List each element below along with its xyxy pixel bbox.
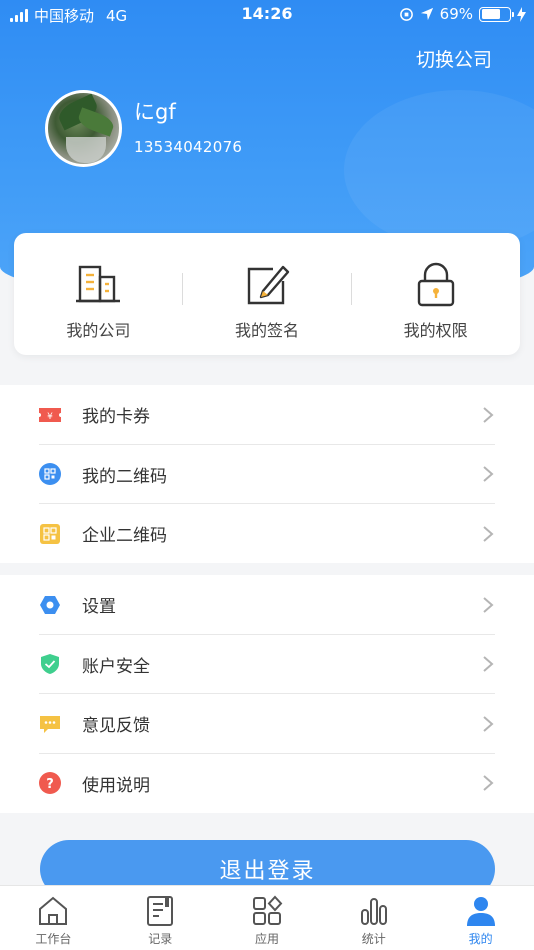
tab-label: 我的 [468,932,493,946]
signature-pen-icon [247,265,290,305]
tab-label: 工作台 [35,932,72,946]
tab-statistics[interactable]: 统计 [320,886,427,950]
lock-icon [417,262,454,307]
shield-check-icon [41,654,59,675]
chevron-right-icon [483,525,494,542]
menu-label: 账户安全 [82,656,150,677]
menu-item-my-qrcode[interactable]: 我的二维码 [0,445,534,504]
quick-action-label: 我的公司 [66,321,131,340]
divider [351,273,352,305]
tab-workbench[interactable]: 工作台 [0,886,107,950]
enterprise-qrcode-icon [40,523,60,544]
quick-action-my-company[interactable]: 我的公司 [14,233,183,355]
bar-chart-icon [360,898,387,925]
quick-action-label: 我的权限 [403,321,468,340]
menu-label: 企业二维码 [82,526,167,547]
battery-icon [479,6,514,22]
person-icon [466,897,495,926]
switch-company-button[interactable]: 切换公司 [416,45,492,72]
tab-records[interactable]: 记录 [107,886,214,950]
record-doc-icon [147,896,174,926]
chevron-right-icon [483,596,494,613]
menu-label: 意见反馈 [82,716,150,737]
user-phone: 13534042076 [134,138,243,156]
menu-label: 我的二维码 [82,466,167,487]
chevron-right-icon [483,466,494,483]
battery-percent: 69% [439,5,473,23]
tab-label: 记录 [148,932,173,946]
charging-bolt-icon [517,6,526,22]
menu-group-account: 设置 账户安全 意见反馈 ? 使用说明 [0,575,534,813]
tab-label: 统计 [361,932,386,946]
tab-apps[interactable]: 应用 [214,886,321,950]
menu-item-feedback[interactable]: 意见反馈 [0,694,534,754]
avatar[interactable] [45,90,122,167]
chevron-right-icon [483,656,494,673]
coupon-icon: ¥ [39,407,61,422]
help-question-icon: ? [39,772,61,795]
orientation-lock-icon [399,7,413,21]
building-icon [76,265,121,303]
tab-bar: 工作台 记录 应用 统计 我的 [0,885,534,950]
menu-label: 我的卡券 [82,407,150,428]
menu-label: 使用说明 [82,775,150,796]
feedback-bubble-icon [40,715,60,733]
menu-item-settings[interactable]: 设置 [0,575,534,635]
menu-item-user-guide[interactable]: ? 使用说明 [0,754,534,814]
location-arrow-icon [420,7,433,21]
quick-action-label: 我的签名 [235,321,300,340]
home-icon [39,896,68,925]
menu-item-enterprise-qrcode[interactable]: 企业二维码 [0,504,534,564]
tab-mine[interactable]: 我的 [427,886,534,950]
chevron-right-icon [483,715,494,732]
quick-action-my-signature[interactable]: 我的签名 [183,233,352,355]
menu-group-wallet: ¥ 我的卡券 我的二维码 企业二维码 [0,385,534,563]
chevron-right-icon [483,775,494,792]
tab-label: 应用 [254,932,279,946]
svg-text:?: ? [46,777,54,792]
menu-label: 设置 [82,597,116,618]
chevron-right-icon [483,406,494,423]
user-name: にgf [134,100,176,124]
quick-actions-card: 我的公司 我的签名 我的权限 [14,233,520,355]
qrcode-icon [39,463,61,486]
status-bar: 中国移动 4G 14:26 69% [0,0,534,28]
svg-text:¥: ¥ [47,412,53,422]
menu-item-my-coupons[interactable]: ¥ 我的卡券 [0,385,534,445]
settings-hexagon-icon [40,595,60,614]
menu-item-account-security[interactable]: 账户安全 [0,635,534,694]
apps-grid-icon [252,895,283,925]
divider [182,273,183,305]
quick-action-my-permissions[interactable]: 我的权限 [351,233,520,355]
